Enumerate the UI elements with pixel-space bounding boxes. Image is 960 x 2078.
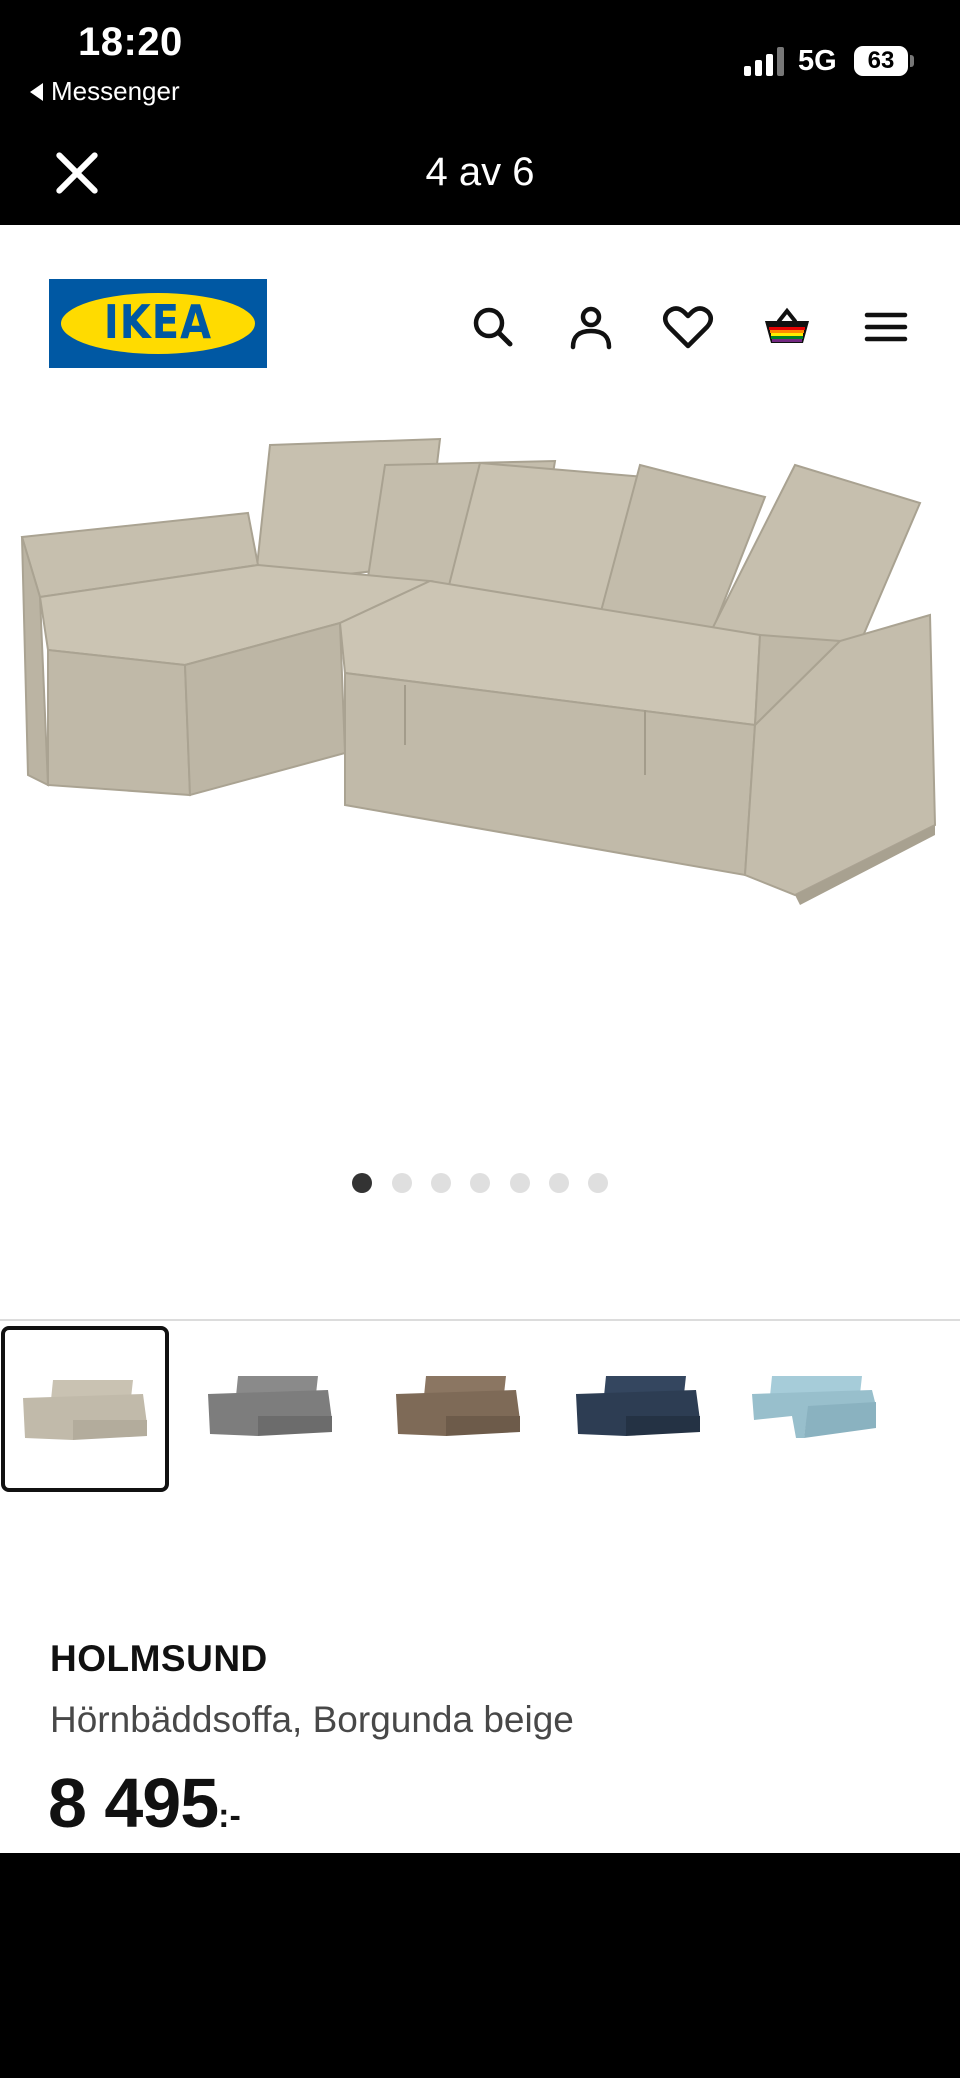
phone-screen: 18:20 Messenger 5G 63 4 av 6 IKEA HOLMSU… <box>0 0 960 2078</box>
search-icon[interactable] <box>463 297 523 357</box>
pagination-dot[interactable] <box>588 1173 608 1193</box>
pagination-dot[interactable] <box>431 1173 451 1193</box>
viewer-footer <box>0 1853 960 2078</box>
variant-thumb-brown[interactable] <box>378 1326 546 1492</box>
variant-thumb-beige[interactable] <box>1 1326 169 1492</box>
variant-thumb-grey[interactable] <box>190 1326 358 1492</box>
image-counter: 4 av 6 <box>425 150 535 194</box>
pagination-dot[interactable] <box>549 1173 569 1193</box>
signal-icon <box>744 46 784 76</box>
price-suffix: :- <box>218 1797 241 1835</box>
back-arrow-icon <box>30 82 43 101</box>
product-page: IKEA HOLMSUND Hörnbäddsoffa, Borgunda be… <box>0 225 960 1853</box>
pagination-dot[interactable] <box>510 1173 530 1193</box>
product-price: 8 495:- <box>48 1763 241 1843</box>
back-app-label: Messenger <box>51 76 180 106</box>
product-name: HOLMSUND <box>50 1638 268 1679</box>
pagination-dot[interactable] <box>352 1173 372 1193</box>
heart-icon[interactable] <box>658 297 718 357</box>
image-pagination <box>0 1171 960 1195</box>
status-time: 18:20 <box>78 20 183 64</box>
account-icon[interactable] <box>561 297 621 357</box>
product-image[interactable] <box>0 405 960 1125</box>
price-value: 8 495 <box>48 1764 219 1842</box>
color-variants <box>0 1322 960 1492</box>
product-description: Hörnbäddsoffa, Borgunda beige <box>50 1699 574 1740</box>
pagination-dot[interactable] <box>470 1173 490 1193</box>
variant-thumb-light-blue[interactable] <box>742 1326 910 1492</box>
pagination-dot[interactable] <box>392 1173 412 1193</box>
network-label: 5G <box>798 45 837 77</box>
ikea-logo[interactable]: IKEA <box>49 279 267 368</box>
battery-tip <box>910 55 914 67</box>
menu-icon[interactable] <box>856 297 916 357</box>
back-to-app-link[interactable]: Messenger <box>30 76 180 107</box>
logo-text: IKEA <box>103 296 213 350</box>
divider <box>0 1319 960 1321</box>
battery-icon: 63 <box>854 46 908 76</box>
variant-thumb-dark-blue[interactable] <box>558 1326 726 1492</box>
status-bar: 18:20 Messenger 5G 63 <box>0 0 960 120</box>
basket-icon[interactable] <box>757 297 817 357</box>
